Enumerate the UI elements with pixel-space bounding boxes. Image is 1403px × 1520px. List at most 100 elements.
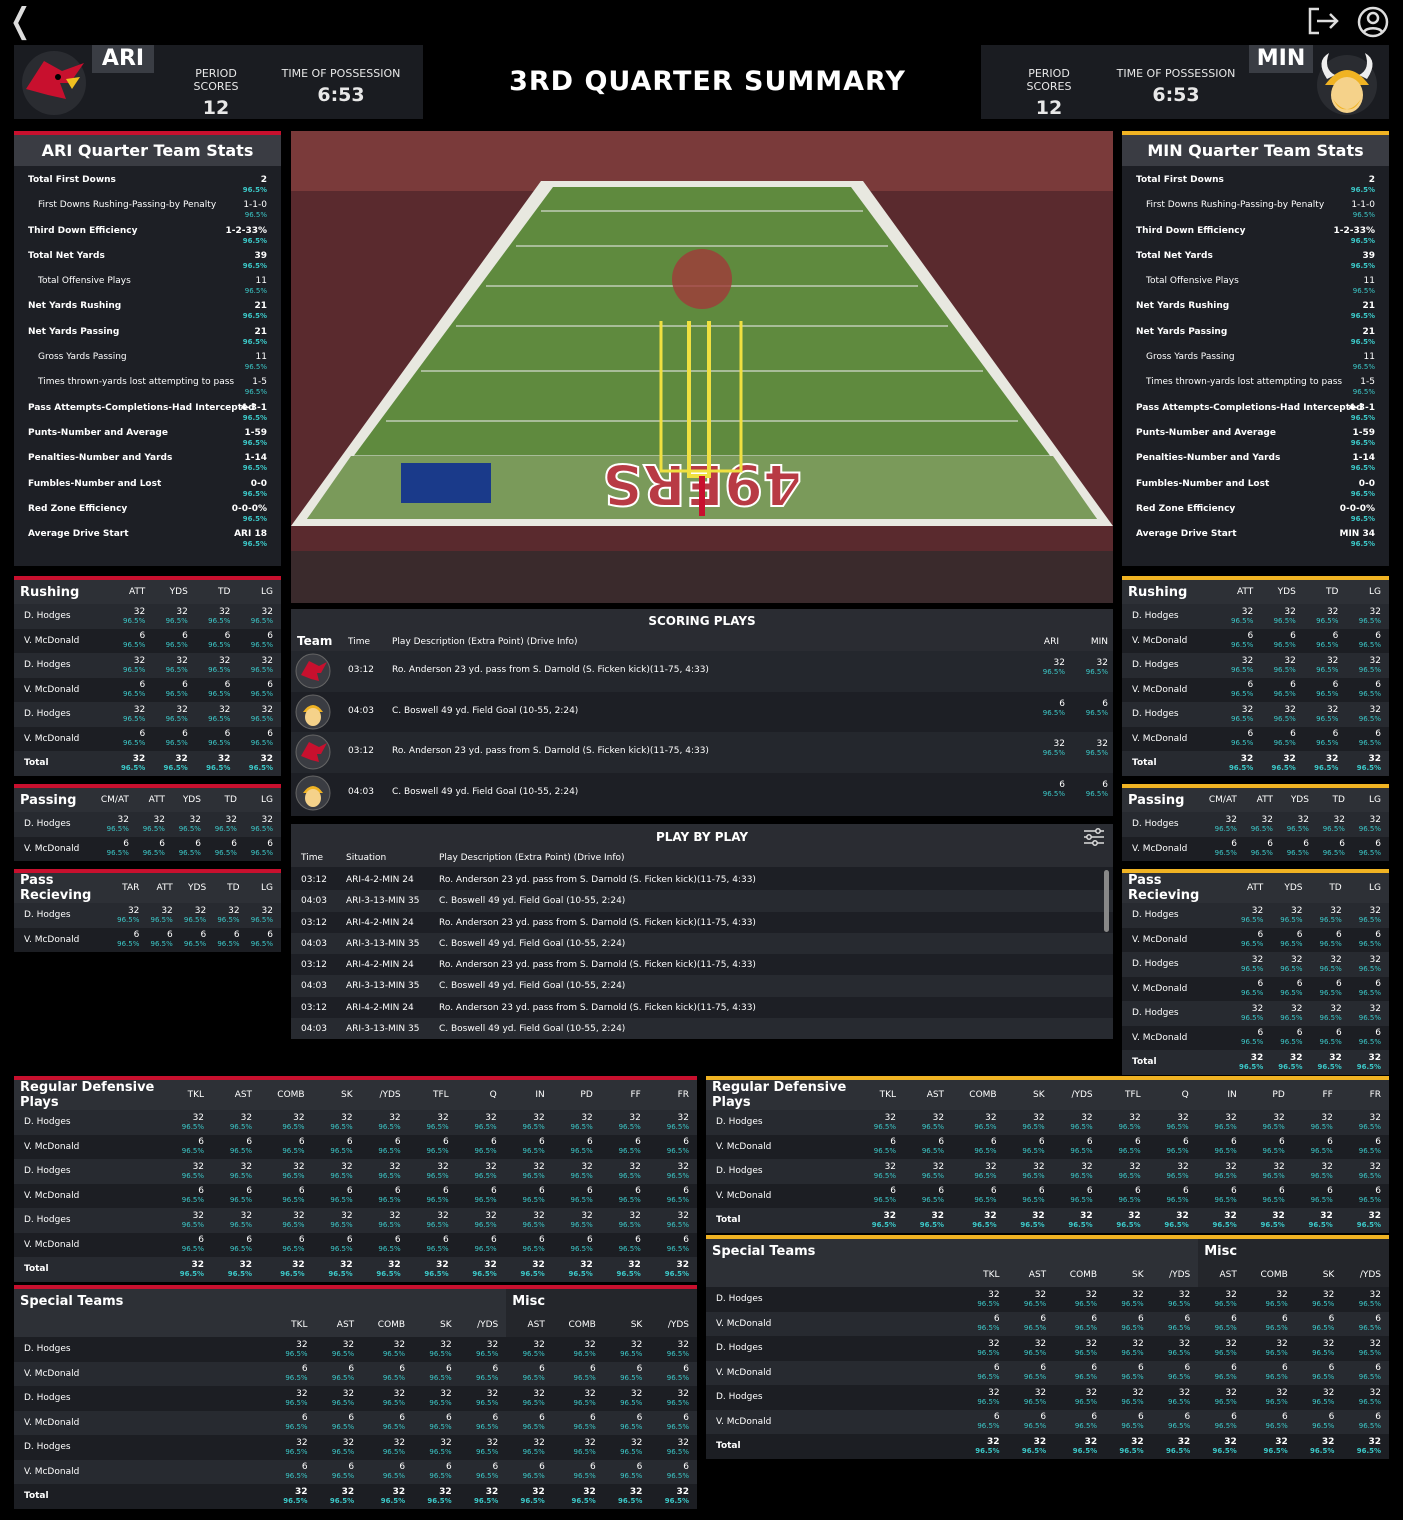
- ari-special-teams-table: Special Teams Misc TKL AST COMB SK/YDS AST COMB…: [14, 1285, 697, 1509]
- play-situation: ARI-4-2-MIN 24: [346, 917, 414, 928]
- stat-pct: 96.5%: [1350, 438, 1375, 447]
- stat-cell: 6 96.5%: [648, 1183, 697, 1208]
- table-row: D. Hodges 32 96.5% 32 96.5% 32 96.5% 32 96.5% 32 9…: [1122, 812, 1389, 837]
- total-row: Total 32 96.5% 32 96.5% 32 96.5% 32 96.5%: [1122, 1050, 1389, 1075]
- play-row[interactable]: 04:03 ARI-3-13-MIN 35 C. Boswell 49 yd. Fi…: [291, 1018, 1113, 1040]
- column-header: COMB: [362, 1313, 414, 1337]
- play-row[interactable]: 04:03 ARI-3-13-MIN 35 C. Boswell 49 yd. Fi…: [291, 890, 1113, 912]
- stat-cell: 32 96.5%: [1198, 1434, 1245, 1459]
- stat-pct: 96.5%: [1352, 287, 1375, 296]
- stat-cell: 6 96.5%: [360, 1232, 409, 1257]
- play-row[interactable]: 04:03 ARI-3-13-MIN 35 C. Boswell 49 yd. Fi…: [291, 932, 1113, 955]
- stat-cell: 6 96.5%: [1310, 976, 1350, 1001]
- stat-cell: 32 96.5%: [315, 1484, 363, 1509]
- player-name: D. Hodges: [14, 1435, 269, 1460]
- min-quarter-stats-title: MIN Quarter Team Stats: [1122, 135, 1389, 166]
- total-label: Total: [1122, 751, 1219, 776]
- column-header: SK: [1295, 1263, 1343, 1287]
- stat-cell: 32 96.5%: [504, 1257, 553, 1282]
- table-row: D. Hodges 32 96.5% 32 96.5% 32 96.5% 32 96.5%: [1122, 702, 1389, 727]
- column-header: /YDS: [459, 1313, 507, 1337]
- column-header: YDS: [1280, 788, 1317, 812]
- stat-cell: 6 96.5%: [1054, 1311, 1106, 1336]
- table-row: D. Hodges 32 96.5% 32 96.5% 32 96.5% 32 96.5% 32 9…: [706, 1336, 1389, 1361]
- stat-cell: 32 96.5%: [1052, 1159, 1101, 1184]
- stat-cell: 6 96.5%: [1340, 1134, 1389, 1159]
- quarter-stat-row: Red Zone Efficiency 0-0-0% 96.5%: [1122, 501, 1389, 526]
- column-header: TKL: [856, 1080, 905, 1110]
- player-name: D. Hodges: [706, 1159, 856, 1184]
- stat-cell: 6 96.5%: [195, 726, 239, 751]
- column-header: Q: [456, 1080, 505, 1110]
- stat-pct: 96.5%: [242, 464, 267, 473]
- column-header: /YDS: [1342, 1263, 1389, 1287]
- stat-cell: 32 96.5%: [1151, 1385, 1199, 1410]
- play-row[interactable]: 03:12 ARI-4-2-MIN 24 Ro. Anderson 23 yd. p…: [291, 954, 1113, 975]
- stat-cell: 6 96.5%: [603, 1410, 651, 1435]
- scoring-play-row[interactable]: 04:03 C. Boswell 49 yd. Field Goal (10-55…: [291, 692, 1113, 733]
- stat-cell: 6 96.5%: [315, 1410, 363, 1435]
- back-button[interactable]: ❬: [6, 4, 35, 38]
- stat-pct: 96.5%: [1352, 388, 1375, 397]
- stat-cell: 6 96.5%: [136, 836, 173, 861]
- play-row[interactable]: 04:03 ARI-3-13-MIN 35 C. Boswell 49 yd. Fi…: [291, 975, 1113, 997]
- stat-label: Net Yards Passing: [1136, 326, 1228, 337]
- stat-cell: 32 96.5%: [180, 903, 215, 928]
- special-teams-title: Special Teams: [14, 1289, 507, 1313]
- scoring-plays-panel: SCORING PLAYS Team Time Play Description…: [291, 609, 1113, 816]
- stat-cell: 32 96.5%: [456, 1257, 505, 1282]
- profile-icon[interactable]: [1357, 6, 1389, 38]
- stat-cell: 32 96.5%: [1295, 1336, 1343, 1361]
- column-header: CM/AT: [1202, 788, 1245, 812]
- stat-cell: 32 96.5%: [1346, 702, 1389, 727]
- vikings-logo: [1317, 53, 1377, 115]
- table-row: V. McDonald 6 96.5% 6 96.5% 6 96.5% 6 96.5%: [1122, 677, 1389, 702]
- stat-cell: 6 96.5%: [648, 1134, 697, 1159]
- scoring-play-row[interactable]: 04:03 C. Boswell 49 yd. Field Goal (10-55…: [291, 773, 1113, 814]
- stat-cell: 6 96.5%: [1244, 1409, 1296, 1434]
- stat-cell: 6 96.5%: [1346, 677, 1389, 702]
- stat-cell: 32 96.5%: [1303, 604, 1347, 629]
- player-name: V. McDonald: [1122, 677, 1219, 702]
- stat-cell: 6 96.5%: [1303, 677, 1347, 702]
- stat-pct: 96.5%: [242, 236, 267, 245]
- stat-value: 1-5: [1360, 377, 1375, 388]
- stat-cell: 32 96.5%: [600, 1159, 649, 1184]
- stat-label: Times thrown-yards lost attempting to pa…: [38, 377, 235, 388]
- column-header: FR: [648, 1080, 697, 1110]
- scoring-play-row[interactable]: 03:12 Ro. Anderson 23 yd. pass from S. Da…: [291, 651, 1113, 692]
- stat-cell: 32 96.5%: [506, 1435, 553, 1460]
- stat-cell: 6 96.5%: [1202, 836, 1245, 861]
- stat-cell: 32 96.5%: [1244, 1159, 1293, 1184]
- stat-cell: 6 96.5%: [408, 1183, 457, 1208]
- quarter-stat-row: Third Down Efficiency 1-2-33% 96.5%: [14, 223, 281, 248]
- min-defense-table: Regular Defensive Plays TKL AST COMB SK/YDS T…: [706, 1076, 1389, 1233]
- filter-settings-icon[interactable]: [1083, 828, 1105, 846]
- stat-cell: 6 96.5%: [1295, 1311, 1343, 1336]
- stat-cell: 6 96.5%: [413, 1410, 460, 1435]
- stat-cell: 32 96.5%: [164, 1208, 213, 1233]
- table-row: D. Hodges 32 96.5% 32 96.5% 32 96.5% 32 96.5% 32 9…: [14, 1208, 697, 1233]
- play-row[interactable]: 03:12 ARI-4-2-MIN 24 Ro. Anderson 23 yd. p…: [291, 997, 1113, 1018]
- stat-cell: 32 96.5%: [600, 1208, 649, 1233]
- table-row: D. Hodges 32 96.5% 32 96.5% 32 96.5% 32 96.5% 32 9…: [14, 1159, 697, 1184]
- play-situation: ARI-3-13-MIN 35: [346, 896, 420, 907]
- logout-icon[interactable]: [1305, 6, 1341, 36]
- stat-label: Pass Attempts-Completions-Had Intercepte…: [1136, 402, 1363, 413]
- table-row: V. McDonald 6 96.5% 6 96.5% 6 96.5% 6 96.5% 6 96.5…: [706, 1409, 1389, 1434]
- stat-cell: 32 96.5%: [1280, 812, 1317, 837]
- play-time: 04:03: [301, 981, 327, 992]
- player-name: D. Hodges: [1122, 1001, 1232, 1026]
- play-row[interactable]: 03:12 ARI-4-2-MIN 24 Ro. Anderson 23 yd. p…: [291, 912, 1113, 933]
- column-header: SK: [603, 1313, 651, 1337]
- play-row[interactable]: 03:12 ARI-4-2-MIN 24 Ro. Anderson 23 yd. p…: [291, 869, 1113, 890]
- column-header: ATT: [110, 580, 154, 604]
- stat-cell: 6 96.5%: [650, 1361, 697, 1386]
- stat-cell: 6 96.5%: [212, 1183, 261, 1208]
- stat-cell: 32 96.5%: [856, 1208, 905, 1233]
- scoring-play-row[interactable]: 03:12 Ro. Anderson 23 yd. pass from S. Da…: [291, 732, 1113, 773]
- pbp-scrollbar[interactable]: [1104, 870, 1109, 932]
- stat-cell: 6 96.5%: [238, 628, 281, 653]
- stat-cell: 32 96.5%: [1244, 1385, 1296, 1410]
- stat-cell: 32 96.5%: [1244, 812, 1281, 837]
